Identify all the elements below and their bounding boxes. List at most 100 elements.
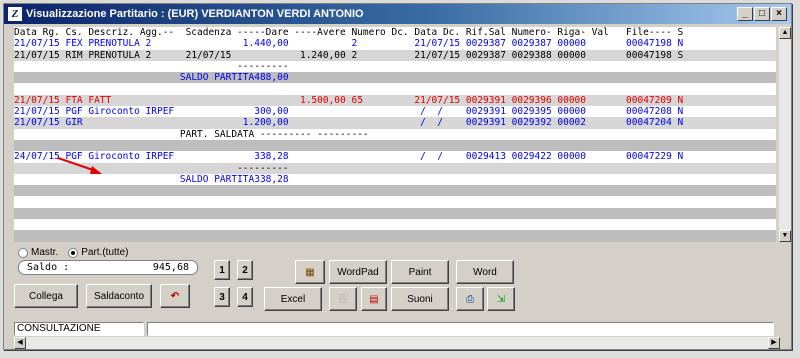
- table-row[interactable]: 24/07/15 PGF Giroconto IRPEF 338,28/ /00294…: [14, 151, 776, 162]
- cell-datadc: 21/07/15: [414, 49, 461, 61]
- table-row[interactable]: [14, 219, 776, 230]
- table-row[interactable]: 21/07/15 FEX PRENOTULA 2 1.440,00 2 21/07/15 0…: [14, 38, 776, 49]
- table-row[interactable]: [14, 83, 776, 94]
- cell-numero: 0029422: [511, 151, 552, 163]
- table-row[interactable]: [14, 207, 776, 220]
- saldo-partita-value: 338,28: [254, 173, 289, 185]
- radio-part-dot[interactable]: [68, 247, 79, 258]
- cell-numero: 0029395: [511, 106, 552, 118]
- cell-cs: GIR: [65, 117, 83, 129]
- scroll-up-icon[interactable]: ▲: [779, 27, 791, 39]
- app-icon: Z: [8, 7, 22, 21]
- radio-mastr[interactable]: Mastr.: [18, 247, 58, 258]
- export-2-button[interactable]: 2: [237, 260, 253, 280]
- collega-button[interactable]: Collega: [14, 284, 78, 308]
- table-row[interactable]: [14, 139, 776, 152]
- cell-descr: PRENOTULA 2: [88, 38, 152, 50]
- title-bar[interactable]: Z Visualizzazione Partitario : (EUR) VER…: [4, 4, 791, 24]
- export-1-button[interactable]: 1: [214, 260, 230, 280]
- cell-num: 2: [351, 49, 358, 61]
- scroll-left-icon[interactable]: ◀: [14, 337, 26, 349]
- wordpad-button[interactable]: WordPad: [329, 260, 387, 284]
- saldaconto-button[interactable]: Saldaconto: [86, 284, 152, 308]
- cell-s: S: [677, 49, 684, 61]
- paint-button[interactable]: Paint: [391, 260, 449, 284]
- cell-datadc: / /: [420, 106, 443, 118]
- status-mode: CONSULTAZIONE: [14, 322, 144, 336]
- cell-dare: 1.200,00: [242, 117, 289, 129]
- status-bar: CONSULTAZIONE: [14, 322, 774, 336]
- radio-mastr-dot[interactable]: [18, 247, 28, 258]
- cell-s: N: [677, 106, 684, 118]
- red-arrow-annotation: [57, 157, 102, 174]
- table-row[interactable]: 21/07/15 RIM PRENOTULA 2 21/07/15 1.240,00 2 2…: [14, 49, 776, 61]
- table-row[interactable]: SALDO PARTITA 338,28: [14, 174, 776, 185]
- window-title: Visualizzazione Partitario : (EUR) VERDI…: [26, 8, 364, 20]
- cell-cs: PGF: [65, 106, 83, 118]
- vertical-scrollbar[interactable]: ▲ ▼: [779, 27, 791, 242]
- export-4-button[interactable]: 4: [237, 287, 253, 307]
- cell-date: 21/07/15: [14, 106, 60, 118]
- cell-rifsal: 0029391: [465, 94, 506, 106]
- table-row[interactable]: [14, 185, 776, 197]
- cell-s: N: [677, 151, 684, 163]
- undo-icon[interactable]: ↶: [160, 284, 190, 308]
- close-button[interactable]: ×: [771, 7, 787, 21]
- cell-datadc: 21/07/15: [414, 94, 461, 106]
- scroll-right-icon[interactable]: ▶: [768, 337, 780, 349]
- cell-cs: FTA: [65, 94, 83, 106]
- saldo-label: Saldo :: [27, 262, 70, 273]
- cell-riga: 00000: [557, 38, 586, 50]
- cell-numero: 0029388: [511, 49, 552, 61]
- horizontal-scrollbar[interactable]: ◀ ▶: [14, 337, 780, 349]
- scroll-down-icon[interactable]: ▼: [779, 230, 791, 242]
- view-filter: Mastr. Part.(tutte): [18, 247, 128, 258]
- exit-icon[interactable]: ⇲: [487, 287, 515, 311]
- cell-numero: 0029396: [511, 94, 552, 106]
- table-row[interactable]: 21/07/15 FTA FATT 1.500,00 65 21/07/15 0029391…: [14, 94, 776, 107]
- cell-s: N: [677, 117, 684, 129]
- cell-numero: 0029387: [511, 38, 552, 50]
- saldo-partita-value: 488,00: [254, 72, 289, 84]
- cell-riga: 00002: [557, 117, 586, 129]
- cell-riga: 00000: [557, 49, 586, 61]
- table-row[interactable]: 21/07/15 PGF Giroconto IRPEF 300,00 / / 00293…: [14, 106, 776, 117]
- table-row[interactable]: [14, 230, 776, 242]
- cell-date: 21/07/15: [14, 38, 60, 50]
- saldo-value: 945,68: [152, 262, 189, 273]
- table-row[interactable]: SALDO PARTITA 488,00: [14, 72, 776, 84]
- cell-avere: 1.500,00: [299, 94, 346, 106]
- print-icon[interactable]: ⎙: [456, 287, 484, 311]
- cell-rifsal: 0029391: [465, 117, 506, 129]
- table-row[interactable]: 21/07/15 GIR 1.200,00 / / 0029391 0029392 0000…: [14, 117, 776, 129]
- word-button[interactable]: Word: [456, 260, 514, 284]
- cell-cs: RIM: [65, 49, 83, 61]
- cell-descr: Giroconto IRPEF: [88, 106, 175, 118]
- calculator-icon[interactable]: ▦: [295, 260, 325, 284]
- maximize-button[interactable]: □: [754, 7, 770, 21]
- cell-dare: 1.440,00: [242, 38, 289, 50]
- suoni-button[interactable]: Suoni: [391, 287, 449, 311]
- table-row[interactable]: PART. SALDATA --------- ---------: [14, 129, 776, 140]
- cell-avere: 1.240,00: [299, 49, 346, 61]
- cell-date: 21/07/15: [14, 94, 60, 106]
- table-row[interactable]: [14, 196, 776, 207]
- radio-part-label: Part.(tutte): [81, 247, 129, 258]
- table-row[interactable]: ---------: [14, 61, 776, 72]
- ledger-grid[interactable]: Data Rg. Cs. Descriz. Agg.-- Scadenza --…: [14, 27, 776, 242]
- cell-s: N: [677, 94, 684, 106]
- separator-line: ---------: [237, 60, 289, 72]
- excel-button[interactable]: Excel: [264, 287, 322, 311]
- radio-mastr-label: Mastr.: [31, 247, 59, 258]
- minimize-button[interactable]: _: [737, 7, 753, 21]
- export-3-button[interactable]: 3: [214, 287, 230, 307]
- cell-dare: 300,00: [254, 106, 289, 118]
- radio-part[interactable]: Part.(tutte): [68, 247, 128, 258]
- cell-cs: FEX: [65, 38, 83, 50]
- pdf-icon[interactable]: ▤: [361, 287, 387, 311]
- cell-rifsal: 0029387: [465, 38, 506, 50]
- copy-icon[interactable]: ⎘: [329, 287, 357, 311]
- cell-descr: PRENOTULA 2: [88, 49, 152, 61]
- table-row[interactable]: ---------: [14, 162, 776, 174]
- cell-riga: 00000: [557, 151, 586, 163]
